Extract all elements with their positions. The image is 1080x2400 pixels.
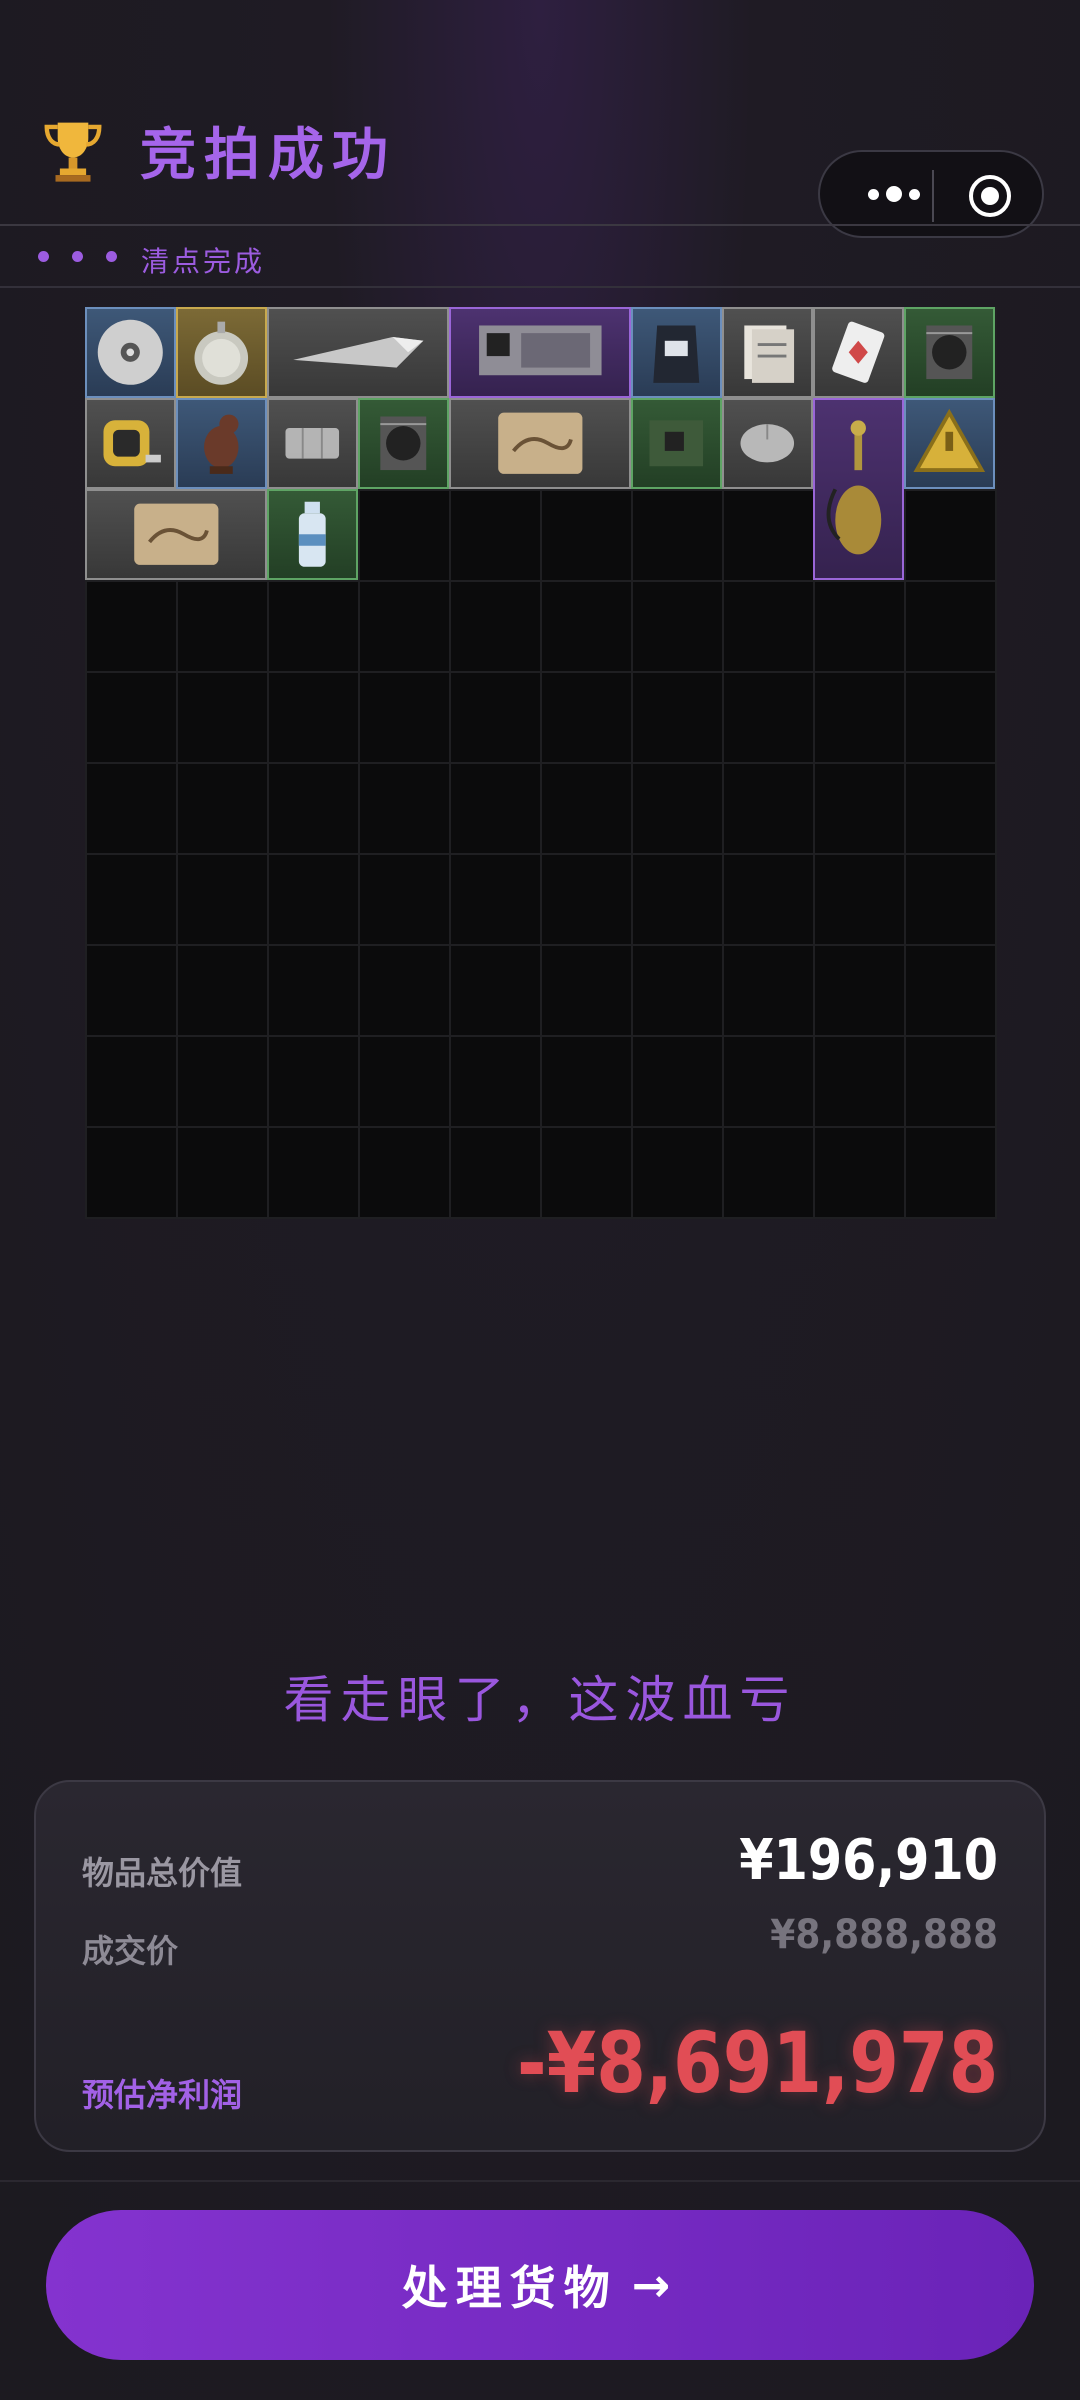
arrow-right-icon: → [631, 2258, 679, 2312]
inventory-item-cpu-cooler[interactable] [904, 307, 995, 398]
profit-label: 预估净利润 [82, 2076, 243, 2114]
circuit-board-icon [478, 325, 602, 376]
status-text: 清点完成 [141, 245, 266, 278]
deal-price-label: 成交价 [82, 1932, 179, 1970]
inventory-item-bird-figurine[interactable] [176, 398, 267, 489]
inventory-item-old-map[interactable] [85, 489, 267, 580]
playing-card-icon [832, 321, 885, 384]
status-dot [106, 251, 117, 262]
deal-price: ¥8,888,888 [770, 1912, 998, 1958]
utility-knife-icon [292, 337, 424, 368]
summary-panel: 物品总价值 ¥196,910 成交价 ¥8,888,888 预估净利润 -¥8,… [34, 1780, 1046, 2152]
inventory-item-cd-disc[interactable] [85, 307, 176, 398]
status-divider [0, 286, 1080, 288]
documents-icon [744, 325, 795, 384]
green-pcb-icon [649, 420, 704, 467]
computer-mouse-icon [740, 424, 795, 463]
inventory-item-ornate-hookah[interactable] [813, 398, 904, 580]
inventory-item-old-map[interactable] [449, 398, 631, 489]
inventory-item-green-pcb[interactable] [631, 398, 722, 489]
cd-disc-icon [97, 319, 164, 386]
inventory-grid [85, 307, 997, 1219]
total-value: ¥196,910 [739, 1828, 998, 1893]
process-goods-label: 处理货物 [401, 2261, 618, 2315]
cpu-cooler-icon [380, 416, 427, 471]
plastic-tray-icon [285, 428, 340, 459]
inventory-item-coffee-bag[interactable] [631, 307, 722, 398]
inventory-item-circuit-board[interactable] [449, 307, 631, 398]
old-map-icon [133, 503, 219, 566]
status-dot [72, 251, 83, 262]
more-dots-icon[interactable] [846, 172, 942, 216]
inventory-item-pocket-watch[interactable] [176, 307, 267, 398]
inventory-item-documents[interactable] [722, 307, 813, 398]
inventory-item-tape-measure[interactable] [85, 398, 176, 489]
footer-divider [0, 2180, 1080, 2182]
total-value-label: 物品总价值 [82, 1854, 243, 1892]
warning-sign-icon [913, 408, 986, 473]
profit-value: -¥8,691,978 [516, 2014, 998, 2112]
process-goods-button[interactable]: 处理货物 → [46, 2210, 1034, 2360]
water-bottle-icon [299, 501, 326, 568]
status-dot [38, 251, 49, 262]
inventory-item-plastic-tray[interactable] [267, 398, 358, 489]
target-circle-icon[interactable] [966, 172, 1014, 220]
cpu-cooler-icon [926, 325, 973, 380]
coffee-bag-icon [653, 325, 700, 384]
page-title: 竞拍成功 [140, 123, 396, 188]
trophy-icon [44, 122, 102, 182]
inventory-item-cpu-cooler[interactable] [358, 398, 449, 489]
result-message: 看走眼了，这波血亏 [283, 1671, 797, 1729]
ornate-hookah-icon [826, 420, 882, 555]
pocket-watch-icon [194, 321, 249, 386]
page-root: 竞拍成功 清点完成 看走眼了，这波血亏 物品总价值 ¥196,910 成交价 ¥… [0, 0, 1080, 2400]
status-row: 清点完成 [0, 226, 1080, 286]
capsule-divider [932, 170, 934, 222]
inventory-item-playing-card[interactable] [813, 307, 904, 398]
inventory-item-computer-mouse[interactable] [722, 398, 813, 489]
bird-figurine-icon [204, 414, 239, 475]
inventory-item-water-bottle[interactable] [267, 489, 358, 580]
old-map-icon [497, 412, 583, 475]
tape-measure-icon [103, 420, 162, 467]
inventory-item-utility-knife[interactable] [267, 307, 449, 398]
inventory-item-warning-sign[interactable] [904, 398, 995, 489]
header: 竞拍成功 清点完成 [0, 0, 1080, 288]
